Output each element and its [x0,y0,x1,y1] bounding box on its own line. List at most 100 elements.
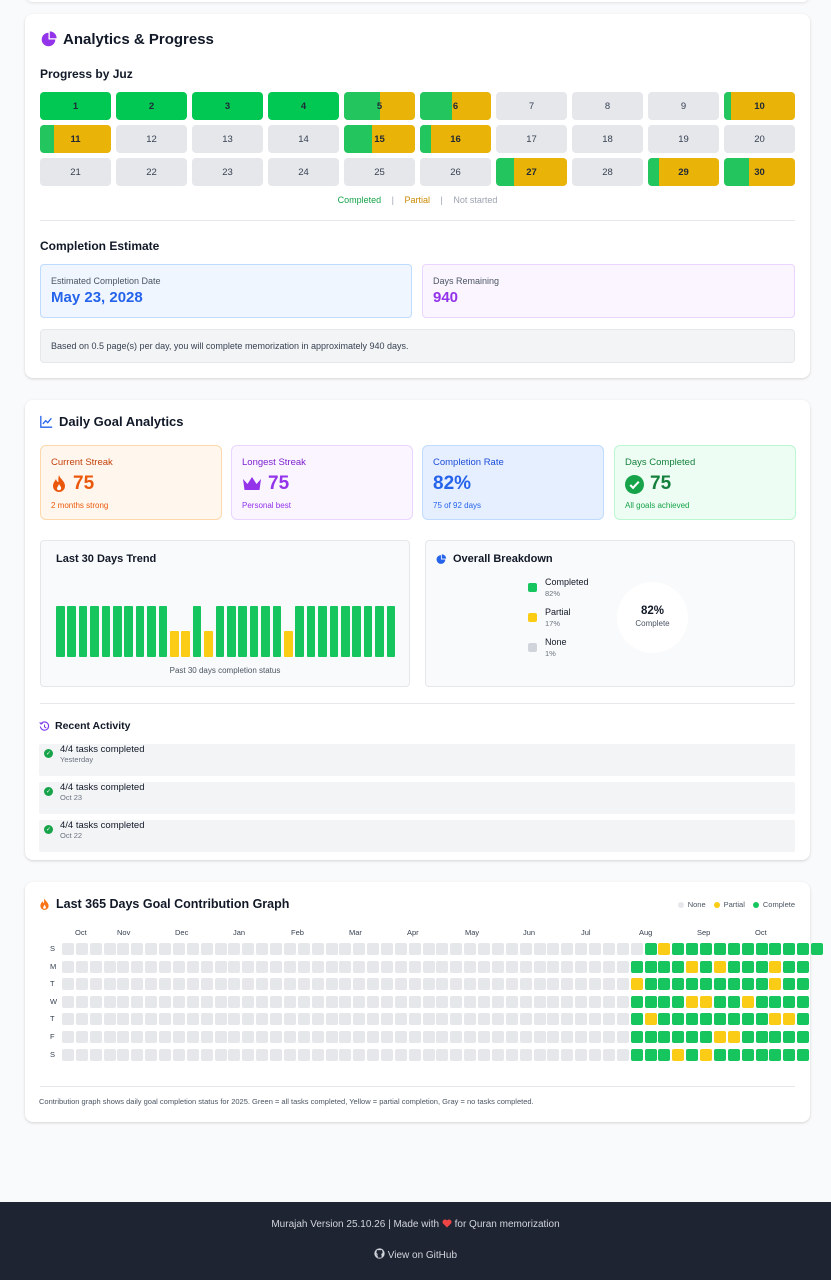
contrib-cell-none [422,943,435,955]
juz-cell[interactable]: 22 [116,158,187,186]
breakdown-item: Partial 17% [528,607,618,635]
contrib-cell-none [214,960,227,973]
juz-cell[interactable]: 21 [40,158,111,186]
contrib-cell-none [436,943,449,955]
contrib-cell-none [283,995,296,1008]
trend-bar-complete [329,606,339,657]
juz-cell[interactable]: 9 [648,92,719,120]
contrib-cell-none [464,1048,477,1061]
juz-cell[interactable]: 24 [268,158,339,186]
juz-cell[interactable]: 28 [572,158,643,186]
contrib-cell-none [200,1013,213,1026]
contrib-cell-none [283,943,296,955]
juz-cell[interactable]: 10 [724,92,795,120]
contrib-cell-none [422,1013,435,1026]
juz-cell[interactable]: 16 [420,125,491,153]
juz-cell[interactable]: 30 [724,158,795,186]
contrib-cell-none [589,1031,602,1043]
juz-cell[interactable]: 3 [192,92,263,120]
contrib-cell-none [200,1048,213,1061]
juz-cell[interactable]: 15 [344,125,415,153]
juz-partial-fill [430,125,491,153]
juz-cell[interactable]: 23 [192,158,263,186]
juz-cell[interactable]: 7 [496,92,567,120]
analytics-header: Analytics & Progress [40,31,214,48]
stat-sub: All goals achieved [625,501,690,510]
juz-number: 20 [754,133,765,145]
contrib-cell-complete [741,960,754,973]
trend-bar-complete [192,606,202,657]
contrib-cell-none [408,960,421,973]
juz-number: 1 [72,100,79,112]
contrib-cell-none [575,1013,588,1026]
contrib-cell-complete [700,943,713,955]
contrib-cell-complete [741,978,754,991]
contrib-cell-none [602,995,615,1008]
contrib-cell-complete [700,1013,713,1026]
contrib-cell-none [464,960,477,973]
contrib-cell-partial [658,943,671,955]
daily-goal-card: Daily Goal Analytics Current Streak 75 2… [25,400,810,860]
contrib-cell-none [478,943,491,955]
juz-cell[interactable]: 5 [344,92,415,120]
month-label: Jan [233,928,246,937]
contrib-cell-complete [797,943,810,955]
juz-cell[interactable]: 29 [648,158,719,186]
contrib-cell-none [519,1031,532,1043]
contrib-cell-none [145,943,158,955]
contrib-cell-complete [713,1013,726,1026]
contrib-cell-complete [630,1048,643,1061]
juz-cell[interactable]: 1 [40,92,111,120]
juz-cell[interactable]: 2 [116,92,187,120]
github-label[interactable]: View on GitHub [388,1250,457,1261]
juz-cell[interactable]: 12 [116,125,187,153]
contrib-cell-none [367,960,380,973]
juz-cell[interactable]: 26 [420,158,491,186]
juz-cell[interactable]: 14 [268,125,339,153]
contrib-cell-complete [672,943,685,955]
stat-label: Days Completed [625,457,696,468]
juz-cell[interactable]: 27 [496,158,567,186]
previous-card-edge [25,0,810,2]
contrib-cell-none [505,960,518,973]
footer-version: Murajah Version 25.10.26 | Made with [271,1219,440,1230]
contrib-cell-none [491,943,504,955]
contrib-cell-none [422,1048,435,1061]
contrib-cell-partial [700,995,713,1008]
juz-cell[interactable]: 20 [724,125,795,153]
juz-cell[interactable]: 8 [572,92,643,120]
month-label: Sep [697,928,711,937]
contrib-cell-none [394,1013,407,1026]
contrib-cell-none [228,995,241,1008]
contrib-cell-none [103,943,116,955]
month-label: Jul [581,928,591,937]
activity-text: 4/4 tasks completed [60,744,145,755]
juz-number: 29 [678,166,689,178]
contrib-cell-none [436,960,449,973]
contrib-cell-none [311,943,324,955]
contrib-cell-none [394,960,407,973]
breakdown-swatch [528,613,537,622]
contrib-cell-none [519,1048,532,1061]
contrib-cell-none [270,960,283,973]
contrib-cell-none [339,1013,352,1026]
github-link[interactable]: View on GitHub [0,1248,831,1261]
juz-cell[interactable]: 25 [344,158,415,186]
juz-cell[interactable]: 6 [420,92,491,120]
contrib-cell-none [353,960,366,973]
juz-cell[interactable]: 18 [572,125,643,153]
juz-cell[interactable]: 19 [648,125,719,153]
contrib-cell-none [589,978,602,991]
divider [40,220,795,221]
contrib-cell-complete [727,995,740,1008]
juz-cell[interactable]: 13 [192,125,263,153]
contrib-cell-complete [797,978,810,991]
trend-bar-complete [124,606,133,657]
contrib-cell-none [131,995,144,1008]
contrib-cell-none [394,978,407,991]
month-label: Dec [175,928,189,937]
juz-cell[interactable]: 4 [268,92,339,120]
contrib-cell-none [422,960,435,973]
juz-cell[interactable]: 17 [496,125,567,153]
juz-cell[interactable]: 11 [40,125,111,153]
